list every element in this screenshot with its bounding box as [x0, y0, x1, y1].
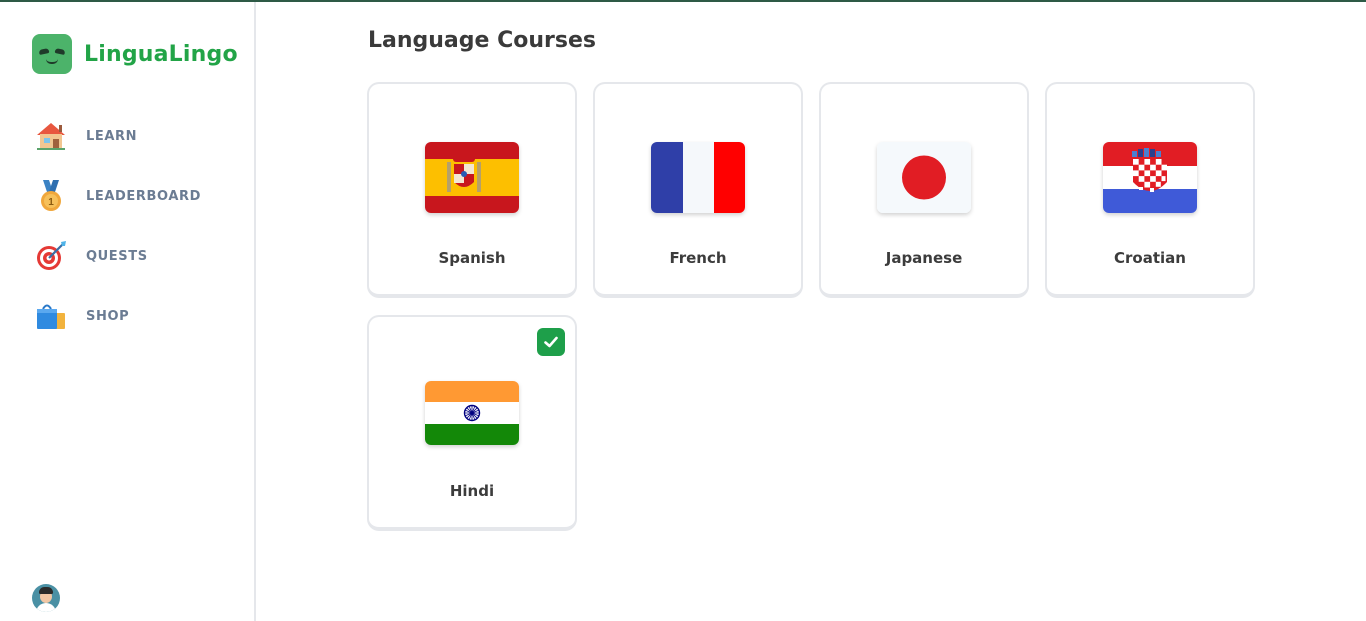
sidebar-item-leaderboard[interactable]: 1 LEADERBOARD: [32, 172, 232, 220]
mascot-logo-icon: [32, 34, 72, 74]
course-name: French: [669, 249, 727, 267]
page-title: Language Courses: [368, 28, 596, 53]
course-card-hindi[interactable]: Hindi: [367, 315, 577, 531]
sidebar-item-label: QUESTS: [86, 248, 148, 264]
medal-icon: 1: [34, 179, 68, 213]
course-card-spanish[interactable]: Spanish: [367, 82, 577, 298]
sidebar-item-quests[interactable]: QUESTS: [32, 232, 232, 280]
svg-text:1: 1: [48, 197, 54, 208]
sidebar-item-learn[interactable]: LEARN: [32, 112, 232, 160]
sidebar-item-label: LEADERBOARD: [86, 188, 201, 204]
sidebar-item-shop[interactable]: SHOP: [32, 292, 232, 340]
checkmark-icon: [537, 328, 565, 356]
course-card-french[interactable]: French: [593, 82, 803, 298]
india-flag-icon: [425, 381, 519, 445]
user-avatar[interactable]: [32, 584, 60, 612]
sidebar-item-label: LEARN: [86, 128, 138, 144]
house-icon: [34, 119, 68, 153]
course-name: Japanese: [885, 249, 963, 267]
spain-flag-icon: [425, 142, 519, 213]
course-name: Croatian: [1114, 249, 1186, 267]
course-card-croatian[interactable]: Croatian: [1045, 82, 1255, 298]
croatia-flag-icon: [1103, 142, 1197, 213]
course-name: Hindi: [449, 482, 495, 500]
brand-name: LinguaLingo: [84, 41, 238, 67]
course-card-japanese[interactable]: Japanese: [819, 82, 1029, 298]
shopping-bag-icon: [34, 299, 68, 333]
sidebar: LinguaLingo LEARN 1 LEADERBOARD QUESTS S…: [0, 2, 256, 621]
sidebar-item-label: SHOP: [86, 308, 130, 324]
japan-flag-icon: [877, 142, 971, 213]
france-flag-icon: [651, 142, 745, 213]
course-name: Spanish: [438, 249, 506, 267]
brand-link[interactable]: LinguaLingo: [32, 34, 238, 74]
sidebar-nav: LEARN 1 LEADERBOARD QUESTS SHOP: [32, 112, 232, 352]
target-icon: [34, 239, 68, 273]
